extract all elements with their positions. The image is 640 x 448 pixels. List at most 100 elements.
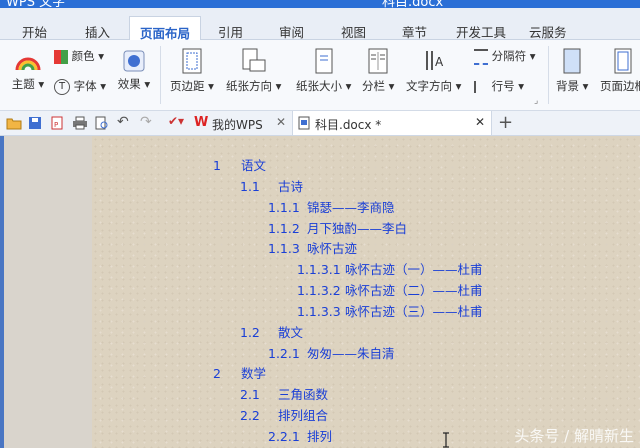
chevron-down-icon: ▾ (34, 77, 45, 91)
app-title: WPS 文字 (6, 0, 66, 8)
page-background-icon (563, 48, 581, 74)
toc-entry[interactable]: 2.2 排列组合 (240, 405, 328, 424)
page-border-label: 页面边框 (600, 79, 640, 93)
document-icon (298, 116, 310, 130)
page-margins-icon (182, 48, 202, 74)
effect-button[interactable]: 效果 ▾ (116, 50, 152, 92)
ribbon-divider (160, 46, 161, 104)
ribbon: 主题 ▾ 颜色 ▾ T 字体 ▾ 效果 ▾ 页边距 ▾ 纸张方向 ▾ 纸张大小 … (0, 40, 640, 111)
close-icon[interactable]: ✕ (276, 115, 286, 129)
color-label: 颜色 (71, 49, 95, 63)
toc-entry[interactable]: 2 数学 (213, 363, 266, 382)
paper-size-button[interactable]: 纸张大小 ▾ (296, 48, 351, 94)
paper-size-icon (315, 48, 333, 74)
more-tools-icon[interactable]: ✔▾ (168, 114, 184, 128)
tab-cloud-services[interactable]: 云服务 (529, 22, 567, 41)
menu-tab-bar: 开始 插入 页面布局 引用 审阅 视图 章节 开发工具 云服务 (0, 8, 640, 41)
save-icon[interactable] (28, 116, 42, 130)
svg-text:P: P (54, 121, 58, 129)
orientation-label: 纸张方向 (226, 79, 272, 93)
undo-icon[interactable]: ↶ (117, 114, 129, 130)
toc-entry[interactable]: 1.1.3.3 咏怀古迹（三）——杜甫 (297, 301, 483, 320)
tab-page-layout[interactable]: 页面布局 (129, 16, 202, 41)
toc-entry[interactable]: 1.1.3.1 咏怀古迹（一）——杜甫 (297, 259, 483, 278)
wps-logo-icon: W (194, 115, 209, 130)
tab-references[interactable]: 引用 (218, 22, 243, 41)
breaks-label: 分隔符 (491, 49, 527, 63)
tab-home[interactable]: 开始 (22, 22, 47, 41)
document-title: 科目.docx (382, 0, 444, 8)
tab-insert[interactable]: 插入 (85, 22, 110, 41)
toc-entry[interactable]: 2.2.1 排列 (268, 426, 332, 445)
ribbon-divider (548, 46, 549, 104)
rainbow-icon (15, 57, 41, 71)
color-palette-icon (54, 49, 68, 64)
print-icon[interactable] (72, 116, 88, 130)
chevron-down-icon: ▾ (94, 49, 105, 63)
tab-review[interactable]: 审阅 (279, 22, 304, 41)
font-button[interactable]: T 字体 ▾ (54, 78, 106, 95)
toc-entry[interactable]: 1.1.2 月下独酌——李白 (268, 218, 407, 237)
svg-text:A: A (435, 55, 444, 69)
text-direction-label: 文字方向 (406, 79, 452, 93)
chevron-down-icon: ▾ (204, 79, 214, 93)
line-numbers-label: 行号 (491, 79, 515, 93)
page-break-icon (474, 48, 488, 65)
close-icon[interactable]: ✕ (475, 115, 485, 129)
doc-tab-label: 科目.docx * (315, 118, 382, 132)
toc-entry[interactable]: 1 语文 (213, 155, 266, 174)
toc-entry[interactable]: 1.1.3.2 咏怀古迹（二）——杜甫 (297, 280, 483, 299)
tab-developer-tools[interactable]: 开发工具 (456, 22, 506, 41)
document-page[interactable]: 1 语文 1.1 古诗 1.1.1 锦瑟——李商隐 1.1.2 月下独酌——李白 1.1… (92, 136, 640, 448)
tab-view[interactable]: 视图 (341, 22, 366, 41)
chevron-down-icon: ▾ (452, 79, 462, 93)
paper-size-label: 纸张大小 (296, 79, 342, 93)
effect-label: 效果 (117, 77, 141, 91)
redo-icon[interactable]: ↷ (140, 114, 152, 130)
tab-chapter[interactable]: 章节 (402, 22, 427, 41)
export-pdf-icon[interactable]: P (50, 116, 64, 130)
dialog-launcher-icon[interactable]: ⌟ (534, 96, 538, 106)
background-button[interactable]: 背景 ▾ (556, 48, 588, 94)
toc-entry[interactable]: 1.1.1 锦瑟——李商隐 (268, 197, 395, 216)
toc-entry[interactable]: 1.2 散文 (240, 322, 303, 341)
effect-icon (123, 50, 145, 72)
chevron-down-icon: ▾ (96, 79, 107, 93)
chevron-down-icon: ▾ (342, 79, 352, 93)
text-direction-button[interactable]: A 文字方向 ▾ (406, 48, 461, 94)
chevron-down-icon: ▾ (579, 79, 589, 93)
background-label: 背景 (556, 79, 579, 93)
line-numbers-button[interactable]: 行号 ▾ (474, 78, 524, 94)
page-orientation-icon (242, 48, 266, 72)
margins-label: 页边距 (170, 79, 205, 93)
chevron-down-icon: ▾ (385, 79, 395, 93)
columns-button[interactable]: 分栏 ▾ (362, 48, 394, 94)
new-tab-plus-icon[interactable]: + (498, 112, 513, 133)
page-border-button[interactable]: 页面边框 (600, 48, 640, 94)
line-numbers-icon (474, 80, 488, 93)
vertical-ruler (0, 136, 4, 448)
chevron-down-icon: ▾ (140, 77, 151, 91)
chevron-down-icon: ▾ (526, 49, 536, 63)
orientation-button[interactable]: 纸张方向 ▾ (226, 48, 281, 94)
breaks-button[interactable]: 分隔符 ▾ (474, 48, 536, 65)
chevron-down-icon: ▾ (514, 79, 525, 93)
text-direction-icon: A (425, 51, 444, 70)
title-bar: WPS 文字 科目.docx (0, 0, 640, 8)
toc-entry[interactable]: 1.2.1 匆匆——朱自清 (268, 343, 395, 362)
quick-access-toolbar: P ↶ ↷ ✔▾ W 我的WPS ✕ 科目.docx * ✕ + (0, 111, 640, 136)
toc-entry[interactable]: 1.1.3 咏怀古迹 (268, 238, 357, 257)
print-preview-icon[interactable] (95, 116, 109, 130)
watermark: 头条号 / 解晴新生 (514, 427, 634, 445)
margins-button[interactable]: 页边距 ▾ (170, 48, 214, 94)
theme-label: 主题 (11, 77, 35, 91)
doc-tab-my-wps[interactable]: W 我的WPS ✕ (190, 111, 290, 135)
theme-button[interactable]: 主题 ▾ (10, 50, 46, 92)
chevron-down-icon: ▾ (272, 79, 282, 93)
page-border-icon (614, 48, 632, 74)
toc-entry[interactable]: 2.1 三角函数 (240, 384, 328, 403)
doc-tab-active[interactable]: 科目.docx * ✕ (292, 111, 492, 135)
toc-entry[interactable]: 1.1 古诗 (240, 176, 303, 195)
color-button[interactable]: 颜色 ▾ (54, 48, 104, 64)
open-folder-icon[interactable] (6, 116, 22, 130)
